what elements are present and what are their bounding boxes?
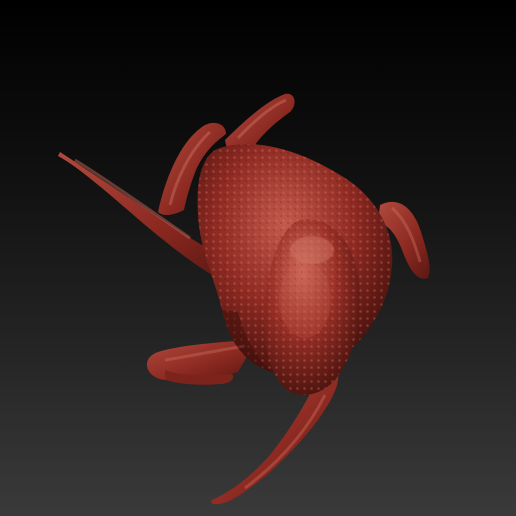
sculpt-viewport[interactable] <box>0 0 516 516</box>
octopus-sculpt-icon <box>58 93 430 505</box>
tentacle-bottom-long <box>211 372 339 505</box>
tentacle-lower-left <box>146 340 251 381</box>
